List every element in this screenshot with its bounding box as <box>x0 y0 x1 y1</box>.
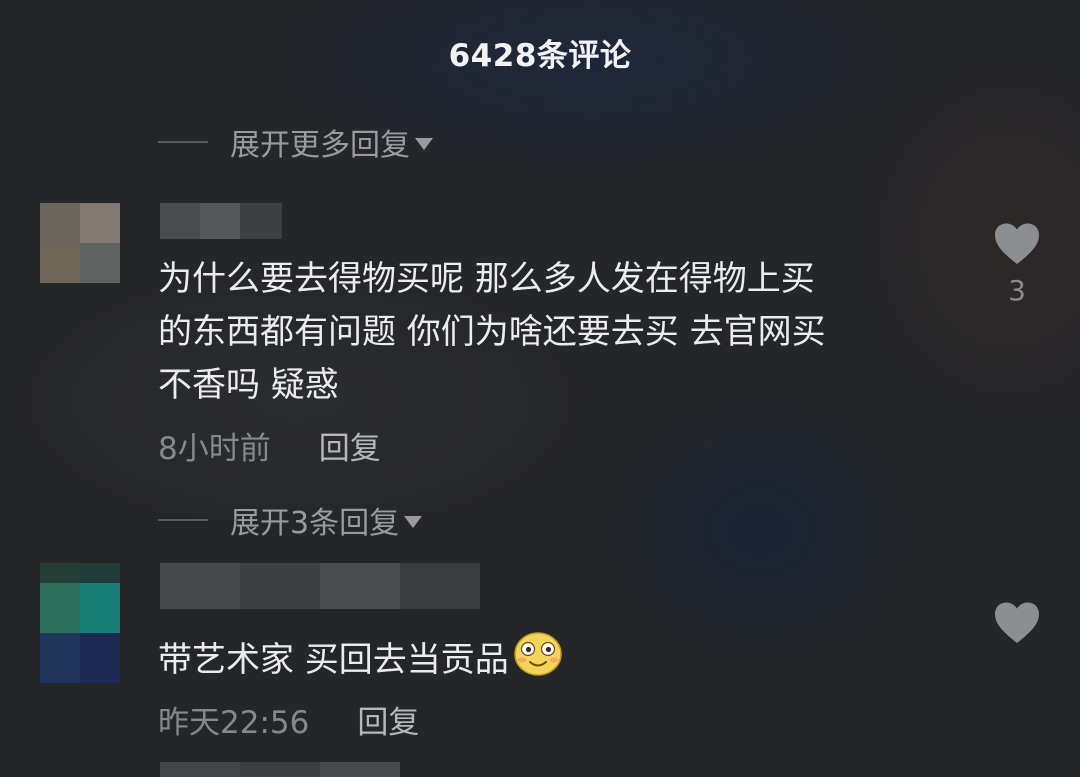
heart-icon <box>995 602 1039 643</box>
like-button[interactable]: 3 <box>992 222 1042 307</box>
comment-line: 的东西都有问题 你们为啥还要去买 去官网买 <box>158 312 826 352</box>
expand-more-replies[interactable]: 展开更多回复 <box>158 120 433 164</box>
caret-down-icon <box>415 138 433 150</box>
expand-3-replies-label: 展开3条回复 <box>230 506 400 541</box>
comment-line: 带艺术家 买回去当贡品 <box>158 640 509 680</box>
comment-time: 8小时前 <box>158 431 271 467</box>
divider-dash <box>158 141 208 143</box>
avatar[interactable] <box>40 203 120 283</box>
comment-text: 带艺术家 买回去当贡品 <box>158 631 563 693</box>
comment-count-title: 6428条评论 <box>448 38 632 74</box>
smiley-emoji-icon <box>513 631 563 693</box>
comment-meta: 昨天22:56 回复 <box>158 697 419 742</box>
username-pixelated[interactable] <box>160 762 400 777</box>
reply-button[interactable]: 回复 <box>357 697 419 742</box>
comment-line: 不香吗 疑惑 <box>158 365 339 405</box>
username-pixelated[interactable] <box>160 203 282 239</box>
reply-button[interactable]: 回复 <box>319 423 381 468</box>
avatar[interactable] <box>40 563 120 683</box>
like-button[interactable] <box>992 601 1042 645</box>
like-count: 3 <box>1008 274 1026 307</box>
comment-meta: 8小时前 回复 <box>158 423 381 468</box>
comment-text: 为什么要去得物买呢 那么多人发在得物上买 的东西都有问题 你们为啥还要去买 去官… <box>158 253 826 412</box>
comment-time: 昨天22:56 <box>158 705 310 741</box>
caret-down-icon <box>404 516 423 528</box>
comment-line: 为什么要去得物买呢 那么多人发在得物上买 <box>158 259 815 299</box>
heart-icon <box>995 223 1039 264</box>
divider-dash <box>158 519 208 521</box>
username-pixelated[interactable] <box>160 563 480 609</box>
expand-3-replies[interactable]: 展开3条回复 <box>158 498 423 542</box>
expand-more-replies-label: 展开更多回复 <box>230 128 410 163</box>
